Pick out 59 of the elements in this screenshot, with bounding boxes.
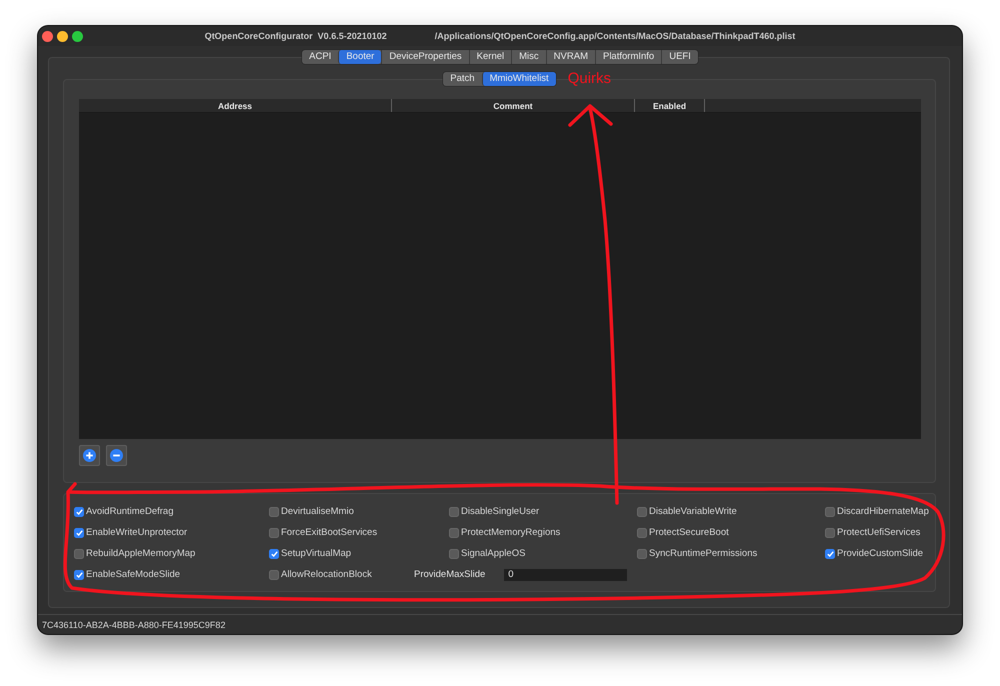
tab[interactable]: ACPI (302, 50, 338, 64)
checkbox-label: RebuildAppleMemoryMap (86, 548, 196, 559)
checkbox-label: EnableSafeModeSlide (86, 569, 180, 580)
checkbox[interactable] (74, 548, 84, 558)
close-button[interactable] (42, 30, 53, 42)
checkbox[interactable] (74, 528, 84, 538)
checkbox[interactable] (449, 548, 459, 558)
checkbox-label: AvoidRuntimeDefrag (86, 506, 174, 517)
checkbox[interactable] (449, 528, 459, 538)
checkbox-label: SyncRuntimePermissions (649, 548, 758, 559)
checkbox[interactable] (825, 528, 835, 538)
check-icon (826, 550, 834, 556)
checkbox-label: ForceExitBootServices (281, 527, 378, 538)
check-icon (76, 572, 82, 578)
checkbox[interactable] (269, 506, 279, 516)
zoom-button[interactable] (72, 30, 83, 42)
checkbox[interactable] (825, 548, 835, 558)
checkbox-label: DisableSingleUser (461, 506, 540, 517)
add-button[interactable] (79, 445, 100, 466)
checkbox[interactable] (269, 570, 279, 580)
checkbox-label: ProtectMemoryRegions (461, 527, 560, 538)
field-label: ProvideMaxSlide (414, 569, 486, 580)
checkbox-label: ProtectSecureBoot (649, 527, 729, 538)
file-path: /Applications/QtOpenCoreConfig.app/Contents/MacOS/Database/ThinkpadT460.plist (434, 31, 796, 41)
checkbox-label: SetupVirtualMap (281, 548, 352, 559)
checkbox-label: SignalAppleOS (461, 548, 526, 559)
minimize-button[interactable] (57, 30, 68, 42)
tab[interactable]: MmioWhitelist (482, 72, 556, 86)
check-icon (270, 550, 278, 556)
column-header[interactable]: Comment (392, 99, 635, 112)
status-text: 7C436110-AB2A-4BBB-A880-FE41995C9F82 (42, 620, 226, 630)
checkbox[interactable] (637, 528, 647, 538)
number-field[interactable]: 0 (504, 568, 628, 580)
tab[interactable]: Patch (443, 72, 482, 86)
checkbox[interactable] (825, 506, 835, 516)
tab[interactable]: Booter (338, 50, 382, 64)
checkbox-label: DisableVariableWrite (649, 506, 737, 517)
checkbox-label: DiscardHibernateMap (837, 506, 929, 517)
checkbox[interactable] (449, 506, 459, 516)
checkbox-label: DevirtualiseMmio (281, 506, 354, 517)
check-icon (76, 530, 82, 536)
check-icon (76, 508, 82, 514)
checkbox[interactable] (637, 548, 647, 558)
checkbox[interactable] (269, 548, 279, 558)
remove-button[interactable] (106, 445, 127, 466)
checkbox-label: ProvideCustomSlide (837, 548, 924, 559)
column-header[interactable]: Address (79, 99, 392, 112)
plus-circle-icon (83, 449, 96, 462)
checkbox[interactable] (74, 506, 84, 516)
minus-circle-icon (110, 449, 123, 462)
annotation-text: Quirks (568, 70, 612, 88)
column-header[interactable]: Enabled (635, 99, 705, 112)
checkbox[interactable] (269, 528, 279, 538)
window-title: QtOpenCoreConfigurator V0.6.5-20210102 (204, 31, 387, 41)
checkbox-label: AllowRelocationBlock (281, 569, 372, 580)
checkbox-label: ProtectUefiServices (837, 527, 920, 538)
checkbox-label: EnableWriteUnprotector (86, 527, 188, 538)
checkbox[interactable] (74, 570, 84, 580)
checkbox[interactable] (637, 506, 647, 516)
